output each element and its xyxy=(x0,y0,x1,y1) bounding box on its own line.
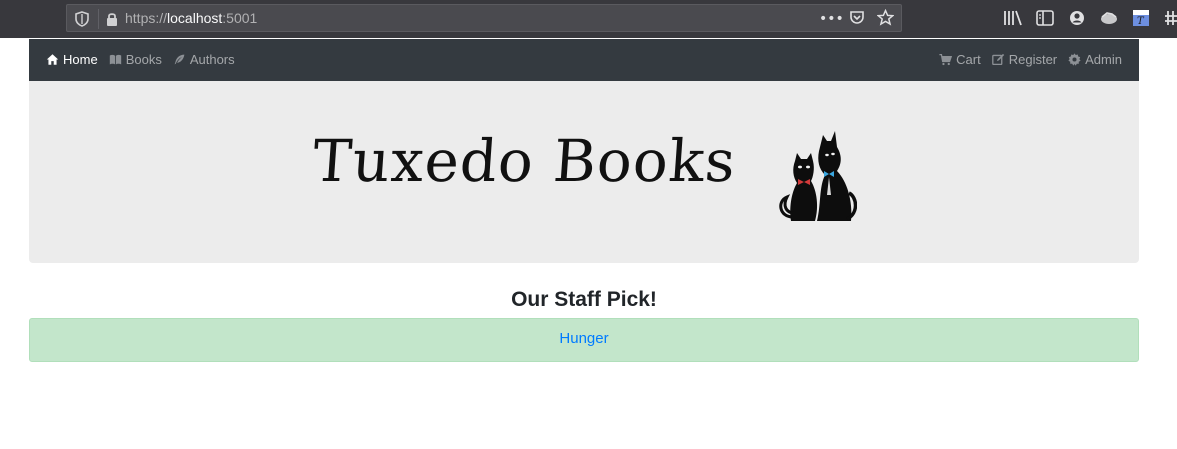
tuxedo-cats-logo-icon xyxy=(779,131,857,221)
sidebar-icon[interactable] xyxy=(1034,8,1056,28)
shield-icon[interactable] xyxy=(75,11,89,27)
nav-authors-label: Authors xyxy=(189,52,235,67)
nav-home-label: Home xyxy=(63,52,98,67)
banner-jumbotron: Tuxedo Books xyxy=(29,81,1139,263)
staff-pick-alert: Hunger xyxy=(29,318,1139,362)
url-host: localhost xyxy=(167,10,223,26)
browser-toolbar: https://localhost:5001 ••• T xyxy=(0,0,1177,38)
lock-icon[interactable] xyxy=(105,11,119,27)
staff-pick-heading: Our Staff Pick! xyxy=(511,288,657,311)
grid-icon[interactable] xyxy=(1162,8,1177,28)
site-navbar: Home Books Authors Cart Register Admin xyxy=(29,39,1139,81)
logo-text: Tuxedo Books xyxy=(310,127,739,195)
home-icon xyxy=(46,54,59,65)
extension-icon[interactable] xyxy=(1098,8,1120,28)
library-icon[interactable] xyxy=(1002,8,1024,28)
address-bar[interactable]: https://localhost:5001 ••• xyxy=(66,4,902,32)
nav-register[interactable]: Register xyxy=(991,52,1058,67)
nav-right-group: Cart Register Admin xyxy=(939,52,1122,67)
nav-admin-label: Admin xyxy=(1085,52,1122,67)
nav-authors[interactable]: Authors xyxy=(173,52,235,67)
feather-icon xyxy=(174,54,185,65)
url-port: :5001 xyxy=(222,10,258,26)
nav-books-label: Books xyxy=(125,52,162,67)
gear-icon xyxy=(1068,53,1081,66)
tuxedo-extension-icon[interactable]: T xyxy=(1130,8,1152,28)
nav-register-label: Register xyxy=(1008,52,1058,67)
url-text[interactable]: https://localhost:5001 xyxy=(125,10,257,26)
address-separator xyxy=(98,9,99,29)
staff-pick-book-link[interactable]: Hunger xyxy=(559,330,608,347)
bookmark-star-icon[interactable] xyxy=(875,8,895,29)
nav-left-group: Home Books Authors xyxy=(46,52,235,67)
book-icon xyxy=(109,54,121,65)
account-icon[interactable] xyxy=(1066,8,1088,28)
nav-cart[interactable]: Cart xyxy=(939,52,981,67)
nav-admin[interactable]: Admin xyxy=(1068,52,1122,67)
nav-books[interactable]: Books xyxy=(109,52,162,67)
url-scheme: https:// xyxy=(125,10,168,26)
edit-icon xyxy=(991,53,1004,66)
nav-home[interactable]: Home xyxy=(46,52,98,67)
nav-cart-label: Cart xyxy=(956,52,981,67)
more-actions-icon[interactable]: ••• xyxy=(819,9,844,29)
cart-icon xyxy=(939,53,953,66)
pocket-icon[interactable] xyxy=(847,9,867,29)
